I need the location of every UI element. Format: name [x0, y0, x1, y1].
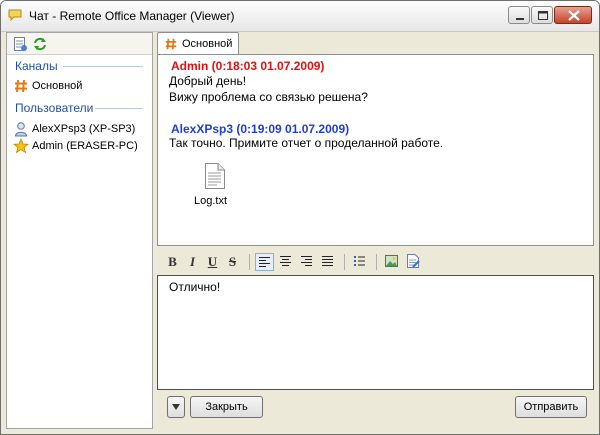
align-justify-icon — [322, 256, 333, 266]
client-area: Каналы Основной Пользователи AlexXPsp3 (… — [6, 32, 594, 429]
insert-file-icon — [407, 254, 420, 268]
bullet-list-icon — [354, 256, 365, 266]
attachment-filename[interactable]: Log.txt — [194, 195, 227, 207]
align-right-button[interactable] — [297, 253, 316, 271]
dropdown-arrow-icon — [172, 404, 180, 410]
toolbar-separator — [344, 254, 345, 270]
italic-button[interactable]: I — [183, 253, 202, 271]
close-button[interactable]: Закрыть — [190, 396, 263, 418]
message-input-text: Отлично! — [169, 280, 221, 294]
align-center-button[interactable] — [276, 253, 295, 271]
maximize-icon — [538, 11, 548, 20]
user-item-alexxpsp3[interactable]: AlexXPsp3 (XP-SP3) — [13, 121, 135, 137]
bold-button[interactable]: B — [163, 253, 182, 271]
align-center-icon — [280, 256, 291, 266]
user-icon — [14, 122, 28, 137]
toolbar-separator — [249, 254, 250, 270]
insert-file-button[interactable] — [403, 253, 422, 271]
close-window-button[interactable] — [554, 6, 592, 24]
tab-main[interactable]: Основной — [157, 32, 239, 54]
new-chat-icon[interactable] — [12, 36, 28, 52]
sidebar: Каналы Основной Пользователи AlexXPsp3 (… — [6, 32, 153, 429]
admin-star-icon — [13, 138, 29, 154]
message-input[interactable]: Отлично! — [157, 275, 594, 390]
users-divider — [95, 108, 143, 109]
tab-strip: Основной — [157, 32, 594, 54]
message-text: Так точно. Примите отчет о проделанной р… — [169, 136, 444, 150]
message-header: Admin (0:18:03 01.07.2009) — [171, 59, 325, 73]
channel-hash-icon — [165, 38, 177, 49]
message-history[interactable]: Admin (0:18:03 01.07.2009) Добрый день! … — [157, 54, 594, 246]
insert-image-button[interactable] — [382, 253, 401, 271]
options-dropdown-button[interactable] — [167, 396, 185, 418]
refresh-icon[interactable] — [32, 36, 48, 52]
minimize-icon — [516, 18, 524, 20]
align-left-button[interactable] — [255, 253, 274, 271]
user-item-admin[interactable]: Admin (ERASER-PC) — [13, 138, 138, 154]
close-icon — [568, 10, 580, 21]
align-left-icon — [259, 257, 270, 267]
send-button[interactable]: Отправить — [515, 396, 587, 418]
format-toolbar: B I U S — [157, 252, 594, 273]
title-bar[interactable]: Чат - Remote Office Manager (Viewer) — [1, 1, 599, 32]
strikethrough-button[interactable]: S — [223, 253, 242, 271]
channels-heading: Каналы — [15, 59, 58, 73]
minimize-button[interactable] — [508, 6, 530, 24]
chat-icon — [8, 9, 22, 21]
user-item-label: Admin (ERASER-PC) — [32, 140, 138, 152]
tab-label: Основной — [182, 37, 233, 50]
maximize-button[interactable] — [531, 6, 553, 24]
message-header: AlexXPsp3 (0:19:09 01.07.2009) — [171, 122, 350, 136]
bullet-list-button[interactable] — [350, 253, 369, 271]
message-text: Добрый день! — [169, 74, 247, 88]
insert-image-icon — [385, 255, 398, 267]
channel-item-label: Основной — [32, 80, 83, 92]
channel-hash-icon — [15, 79, 27, 93]
channel-item-main[interactable]: Основной — [13, 78, 82, 94]
window-title: Чат - Remote Office Manager (Viewer) — [29, 9, 235, 23]
toolbar-separator — [376, 254, 377, 270]
text-file-icon[interactable] — [204, 162, 226, 190]
message-text: Вижу проблема со связью решена? — [169, 90, 368, 104]
sidebar-toolbar — [7, 33, 152, 55]
align-right-icon — [301, 256, 312, 266]
channels-divider — [63, 66, 143, 67]
user-item-label: AlexXPsp3 (XP-SP3) — [32, 123, 136, 135]
users-heading: Пользователи — [15, 101, 94, 115]
align-justify-button[interactable] — [318, 253, 337, 271]
underline-button[interactable]: U — [203, 253, 222, 271]
chat-window: Чат - Remote Office Manager (Viewer) Кан… — [0, 0, 600, 435]
